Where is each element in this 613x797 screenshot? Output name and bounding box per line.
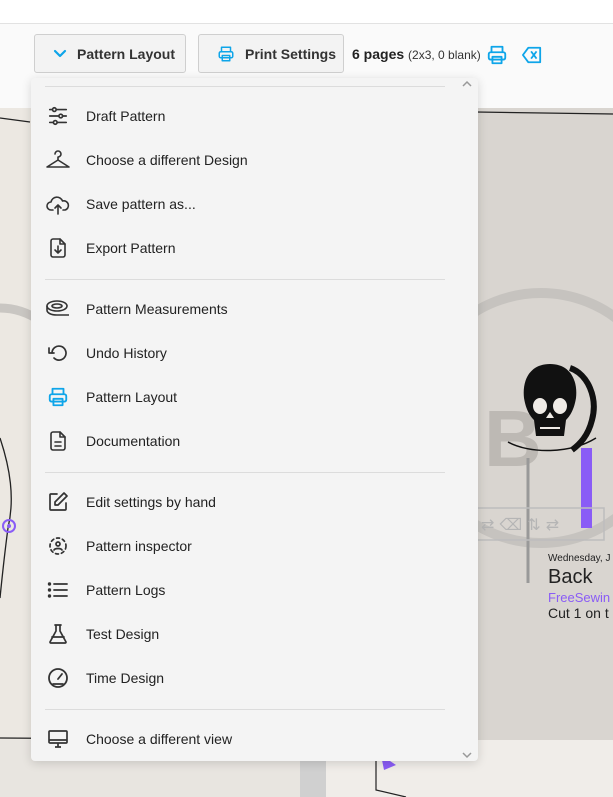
pages-count: 6 pages	[352, 46, 405, 62]
menu-item-pattern-layout[interactable]: Pattern Layout	[45, 379, 445, 415]
pattern-menu-dropdown: Draft Pattern Choose a different Design …	[31, 78, 478, 761]
menu-divider	[45, 279, 445, 280]
pattern-piece-name: Back	[548, 566, 593, 588]
menu-divider	[45, 472, 445, 473]
clear-layout-icon[interactable]	[520, 44, 544, 66]
menu-item-label: Choose a different Design	[86, 152, 248, 168]
menu-item-save-pattern[interactable]: Save pattern as...	[45, 186, 445, 222]
menu-item-label: Pattern Layout	[86, 389, 178, 405]
chevron-down-icon	[53, 47, 67, 61]
printer-icon	[217, 45, 235, 63]
menu-item-label: Documentation	[86, 433, 181, 449]
menu-item-label: Pattern Measurements	[86, 301, 228, 317]
menu-item-undo-history[interactable]: Undo History	[45, 335, 445, 371]
menu-item-label: Pattern inspector	[86, 538, 192, 554]
pages-detail: (2x3, 0 blank)	[408, 48, 481, 62]
document-icon	[45, 428, 71, 454]
flask-icon	[45, 621, 71, 647]
menu-item-time-design[interactable]: Time Design	[45, 660, 445, 696]
pattern-cut-instruction: Cut 1 on t	[548, 605, 609, 621]
menu-item-label: Choose a different view	[86, 731, 233, 747]
menu-item-label: Draft Pattern	[86, 108, 166, 124]
cloud-upload-icon	[45, 191, 71, 217]
monitor-icon	[45, 726, 71, 752]
menu-item-edit-settings[interactable]: Edit settings by hand	[45, 484, 445, 520]
print-settings-button[interactable]: Print Settings	[198, 34, 344, 73]
print-icon[interactable]	[485, 44, 509, 66]
edit-icon	[45, 489, 71, 515]
menu-item-pattern-measurements[interactable]: Pattern Measurements	[45, 291, 445, 327]
menu-divider	[45, 86, 445, 87]
menu-item-label: Time Design	[86, 670, 165, 686]
pages-summary: 6 pages (2x3, 0 blank)	[352, 46, 481, 62]
menu-item-pattern-logs[interactable]: Pattern Logs	[45, 572, 445, 608]
menu-item-label: Export Pattern	[86, 240, 176, 256]
menu-item-documentation[interactable]: Documentation	[45, 423, 445, 459]
gauge-icon	[45, 665, 71, 691]
file-export-icon	[45, 235, 71, 261]
list-icon	[45, 577, 71, 603]
pattern-layout-button[interactable]: Pattern Layout	[34, 34, 186, 73]
menu-item-label: Edit settings by hand	[86, 494, 216, 510]
menu-item-label: Undo History	[86, 345, 167, 361]
scroll-down-icon[interactable]	[462, 751, 472, 759]
menu-item-label: Pattern Logs	[86, 582, 166, 598]
printer-icon	[45, 384, 71, 410]
menu-item-choose-design[interactable]: Choose a different Design	[45, 142, 445, 178]
hanger-icon	[45, 147, 71, 173]
menu-item-label: Test Design	[86, 626, 160, 642]
tape-measure-icon	[45, 296, 71, 322]
pattern-piece-info: Wednesday, J Back FreeSewin Cut 1 on t	[548, 553, 613, 621]
scroll-up-icon[interactable]	[462, 80, 472, 88]
top-strip	[0, 0, 613, 24]
menu-divider	[45, 709, 445, 710]
svg-text:⇄ ⌫ ⇅ ⇄: ⇄ ⌫ ⇅ ⇄	[481, 515, 559, 534]
pattern-brand: FreeSewin	[548, 590, 611, 605]
skull-logo-icon	[500, 358, 600, 468]
menu-item-test-design[interactable]: Test Design	[45, 616, 445, 652]
pattern-layout-button-label: Pattern Layout	[77, 45, 176, 62]
print-settings-button-label: Print Settings	[245, 45, 337, 62]
menu-item-choose-view[interactable]: Choose a different view	[45, 721, 445, 757]
menu-item-draft-pattern[interactable]: Draft Pattern	[45, 98, 445, 134]
pattern-date: Wednesday, J	[548, 553, 611, 564]
undo-icon	[45, 340, 71, 366]
menu-item-label: Save pattern as...	[86, 196, 196, 212]
menu-item-export-pattern[interactable]: Export Pattern	[45, 230, 445, 266]
sliders-icon	[45, 103, 71, 129]
menu-item-pattern-inspector[interactable]: Pattern inspector	[45, 528, 445, 564]
inspector-icon	[45, 533, 71, 559]
